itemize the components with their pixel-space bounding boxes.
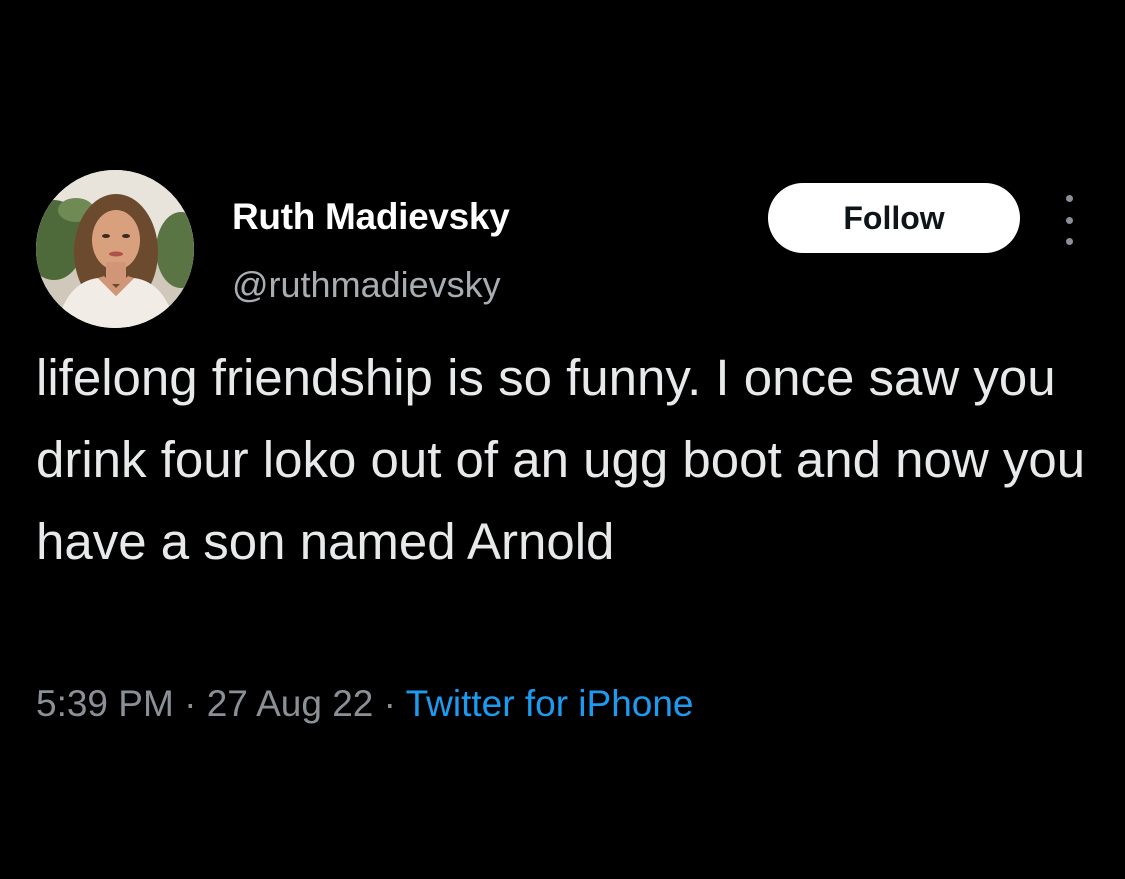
tweet-metadata: 5:39 PM · 27 Aug 22 · Twitter for iPhone	[36, 683, 694, 725]
tweet-date[interactable]: 27 Aug 22	[207, 683, 374, 724]
follow-button[interactable]: Follow	[768, 183, 1020, 253]
avatar[interactable]	[36, 170, 194, 328]
author-handle[interactable]: @ruthmadievsky	[232, 264, 501, 306]
tweet-source-link[interactable]: Twitter for iPhone	[406, 683, 694, 724]
meta-separator: ·	[184, 683, 197, 724]
tweet-text: lifelong friendship is so funny. I once …	[36, 349, 1086, 570]
meta-separator: ·	[383, 683, 396, 724]
more-dot	[1065, 216, 1073, 224]
profile-photo-avatar	[36, 170, 194, 328]
author-display-name[interactable]: Ruth Madievsky	[232, 196, 510, 238]
tweet-time[interactable]: 5:39 PM	[36, 683, 174, 724]
more-options-vertical-icon[interactable]	[1054, 195, 1084, 245]
more-dot	[1065, 195, 1073, 202]
more-dot	[1065, 238, 1073, 245]
tweet-card: Ruth Madievsky @ruthmadievsky Follow lif…	[0, 0, 1125, 879]
